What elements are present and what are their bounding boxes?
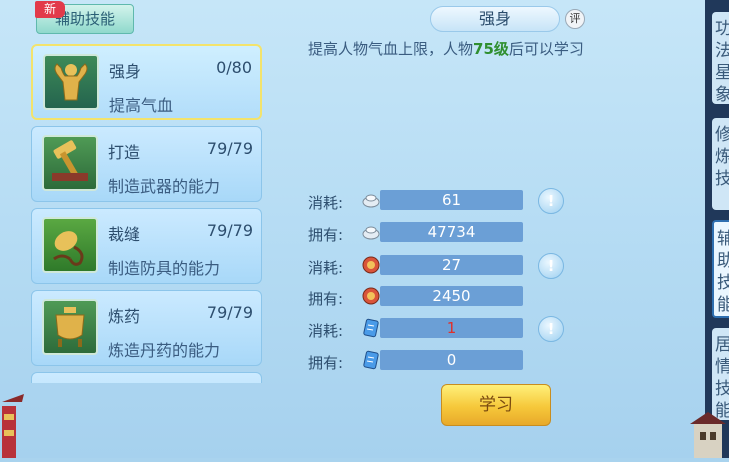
skill-level: 79/79: [206, 221, 253, 240]
skill-item-caifeng[interactable]: 裁缝 79/79 制造防具的能力: [31, 208, 262, 284]
side-tab-xiulian[interactable]: 修炼技: [712, 118, 729, 210]
info-icon[interactable]: !: [538, 316, 564, 342]
skill-item-qiangshen[interactable]: 强身 0/80 提高气血: [31, 44, 262, 120]
skill-name: 裁缝: [108, 225, 141, 244]
contribution-icon: [361, 255, 381, 275]
cost-value: 61: [380, 190, 523, 210]
skill-list[interactable]: 强身 0/80 提高气血 打造 79/79 制造武器的能力 裁缝 79/79 制…: [27, 41, 267, 383]
building-decoration-icon: [680, 410, 729, 458]
skill-level: 0/80: [216, 58, 252, 77]
silver-icon: [361, 190, 381, 210]
new-badge: 新: [35, 1, 65, 18]
hammer-icon: [42, 135, 98, 191]
skill-name: 强身: [109, 62, 142, 81]
skill-level: 79/79: [206, 303, 253, 322]
scroll-icon: [361, 318, 381, 338]
needle-thread-icon: [42, 217, 98, 273]
skill-item-partial[interactable]: [31, 372, 262, 383]
skill-desc: 提高气血: [109, 96, 174, 115]
skill-desc: 炼造丹药的能力: [108, 341, 221, 360]
skill-description: 提高人物气血上限，人物75级后可以学习: [308, 38, 584, 59]
skill-name: 炼药: [108, 307, 141, 326]
cost-value: 27: [380, 255, 523, 275]
own-label: 拥有:: [308, 226, 344, 244]
pagoda-decoration-icon: [0, 380, 26, 458]
learn-button[interactable]: 学习: [441, 384, 551, 426]
cost-value-insufficient: 1: [380, 318, 523, 338]
side-tab-juqing[interactable]: 居情技能: [712, 328, 729, 420]
skill-detail-title: 强身: [430, 6, 560, 32]
skill-item-lianyao[interactable]: 炼药 79/79 炼造丹药的能力: [31, 290, 262, 366]
side-tab-fuzhu[interactable]: 辅助技能: [712, 220, 729, 318]
side-tab-gongfa[interactable]: 功法星象: [712, 12, 729, 104]
cost-label: 消耗:: [308, 194, 344, 212]
skill-level: 79/79: [206, 139, 253, 158]
own-value: 47734: [380, 222, 523, 242]
skill-name: 打造: [108, 143, 141, 162]
info-icon[interactable]: !: [538, 188, 564, 214]
own-label: 拥有:: [308, 290, 344, 308]
contribution-icon: [361, 286, 381, 306]
own-label: 拥有:: [308, 354, 344, 372]
desc-text-after: 后可以学习: [508, 40, 584, 58]
cost-label: 消耗:: [308, 322, 344, 340]
skill-item-dazao[interactable]: 打造 79/79 制造武器的能力: [31, 126, 262, 202]
desc-text: 提高人物气血上限，人物: [308, 40, 474, 58]
own-value: 2450: [380, 286, 523, 306]
rate-icon[interactable]: 评: [565, 9, 585, 29]
own-value: 0: [380, 350, 523, 370]
required-level: 75级: [473, 40, 509, 58]
info-icon[interactable]: !: [538, 253, 564, 279]
scroll-icon: [361, 350, 381, 370]
silver-icon: [361, 222, 381, 242]
cauldron-icon: [42, 299, 98, 355]
skill-desc: 制造武器的能力: [108, 177, 221, 196]
muscle-icon: [43, 54, 99, 110]
skill-desc: 制造防具的能力: [108, 259, 221, 278]
cost-label: 消耗:: [308, 259, 344, 277]
